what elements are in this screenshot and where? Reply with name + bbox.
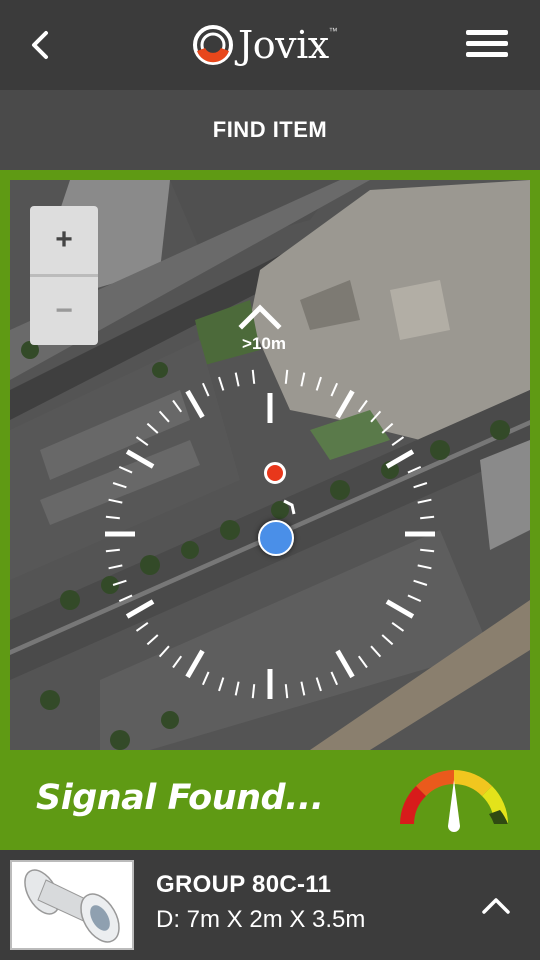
gauge-needle xyxy=(448,780,460,832)
compass-minor-tick xyxy=(234,681,240,696)
compass-minor-tick xyxy=(391,621,405,632)
compass-minor-tick xyxy=(146,634,159,646)
compass-minor-tick xyxy=(300,372,306,387)
page-header: FIND ITEM xyxy=(0,90,540,170)
compass-major-tick xyxy=(125,599,155,619)
compass-minor-tick xyxy=(118,465,133,474)
zoom-out-button[interactable]: − xyxy=(30,274,98,345)
compass-minor-tick xyxy=(158,645,170,658)
compass-minor-tick xyxy=(284,369,289,384)
compass-minor-tick xyxy=(330,382,339,397)
menu-button[interactable] xyxy=(466,30,508,62)
compass-minor-tick xyxy=(413,579,428,586)
compass-minor-tick xyxy=(330,671,339,686)
compass-minor-tick xyxy=(417,498,432,504)
item-dimensions: D: 7m X 2m X 3.5m xyxy=(156,906,366,933)
signal-strength-gauge-icon xyxy=(400,770,508,832)
compass-major-tick xyxy=(385,449,415,469)
signal-status-text: Signal Found... xyxy=(36,778,324,818)
compass-minor-tick xyxy=(201,671,210,686)
compass-minor-tick xyxy=(118,594,133,603)
compass-minor-tick xyxy=(135,436,149,447)
compass-minor-tick xyxy=(108,564,123,570)
compass-minor-tick xyxy=(105,548,120,553)
logo-text: Jovix xyxy=(238,23,329,67)
item-thumbnail xyxy=(10,860,134,950)
compass-minor-tick xyxy=(417,564,432,570)
hamburger-menu-icon xyxy=(466,30,508,57)
jovix-logo-icon xyxy=(193,25,233,65)
compass-minor-tick xyxy=(172,655,183,669)
compass-minor-tick xyxy=(105,515,120,520)
compass-minor-tick xyxy=(108,498,123,504)
compass-minor-tick xyxy=(370,410,382,423)
zoom-in-button[interactable]: + xyxy=(30,206,98,274)
compass-minor-tick xyxy=(135,621,149,632)
compass-minor-tick xyxy=(381,634,394,646)
compass-major-tick xyxy=(185,649,205,679)
compass-minor-tick xyxy=(146,422,159,434)
compass-major-tick xyxy=(335,389,355,419)
back-button[interactable] xyxy=(22,25,62,65)
range-label: >10m xyxy=(242,334,286,353)
compass-minor-tick xyxy=(112,482,127,489)
compass-minor-tick xyxy=(112,579,127,586)
page-title: FIND ITEM xyxy=(212,117,328,142)
compass-minor-tick xyxy=(357,655,368,669)
expand-button[interactable] xyxy=(476,886,516,926)
compass-minor-tick xyxy=(251,684,256,699)
zoom-controls: + − xyxy=(30,206,98,345)
logo-trademark: ™ xyxy=(328,26,338,36)
compass-minor-tick xyxy=(357,399,368,413)
item-title: GROUP 80C-11 xyxy=(156,871,332,898)
satellite-map[interactable]: >10m + − xyxy=(10,180,530,750)
compass-minor-tick xyxy=(420,515,435,520)
signal-status-bar: Signal Found... xyxy=(0,750,540,850)
compass-minor-tick xyxy=(407,594,422,603)
compass-major-tick xyxy=(185,389,205,419)
top-bar: Jovix ™ xyxy=(0,0,540,90)
compass-minor-tick xyxy=(300,681,306,696)
chevron-left-icon xyxy=(32,31,48,59)
compass-minor-tick xyxy=(413,482,428,489)
chevron-up-icon xyxy=(482,898,510,914)
target-marker-icon xyxy=(264,462,286,484)
compass-minor-tick xyxy=(315,376,322,391)
map-frame: >10m + − Signal Found... xyxy=(0,170,540,850)
compass-minor-tick xyxy=(234,372,240,387)
direction-arrow-icon xyxy=(238,304,282,330)
compass-minor-tick xyxy=(172,399,183,413)
compass-minor-tick xyxy=(201,382,210,397)
pipe-spool-image xyxy=(24,869,120,943)
app-logo: Jovix ™ xyxy=(192,22,338,68)
heading-indicator-icon xyxy=(283,499,296,515)
user-location-icon xyxy=(258,520,294,556)
compass-minor-tick xyxy=(381,422,394,434)
compass-major-tick xyxy=(385,599,415,619)
compass-minor-tick xyxy=(315,677,322,692)
item-info-panel[interactable]: GROUP 80C-11 D: 7m X 2m X 3.5m xyxy=(0,850,540,960)
compass-minor-tick xyxy=(218,677,225,692)
compass-minor-tick xyxy=(158,410,170,423)
compass-minor-tick xyxy=(370,645,382,658)
compass-minor-tick xyxy=(407,465,422,474)
compass-major-tick xyxy=(335,649,355,679)
compass-major-tick xyxy=(125,449,155,469)
compass-minor-tick xyxy=(391,436,405,447)
compass-minor-tick xyxy=(420,548,435,553)
compass-minor-tick xyxy=(218,376,225,391)
compass-minor-tick xyxy=(284,684,289,699)
compass-minor-tick xyxy=(251,369,256,384)
